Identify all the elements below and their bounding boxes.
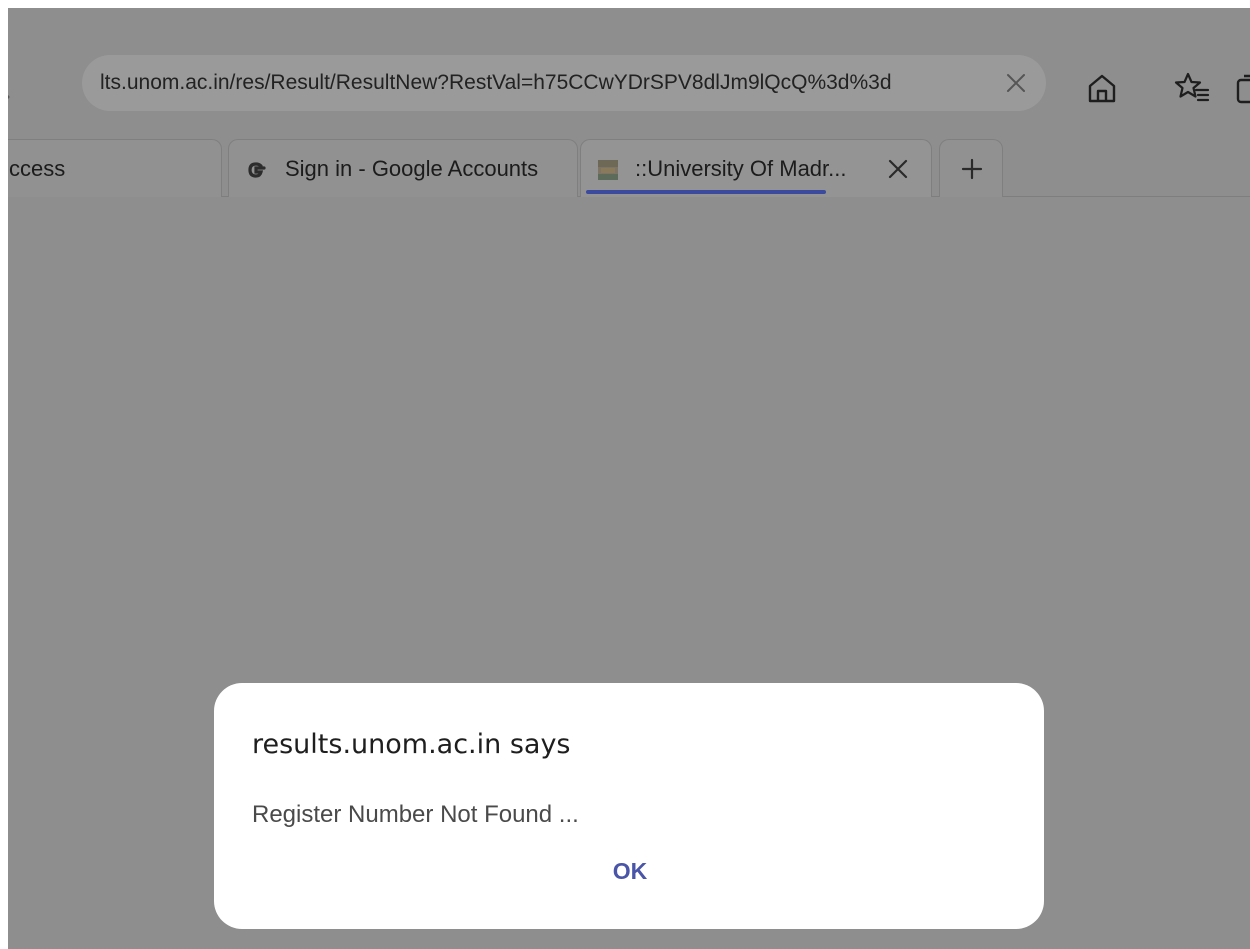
favorites-icon[interactable] <box>1174 70 1210 106</box>
tab-access[interactable]: ccess <box>8 139 222 197</box>
tab-google-accounts[interactable]: Sign in - Google Accounts <box>228 139 578 197</box>
close-tab-icon[interactable] <box>883 154 913 184</box>
new-tab-button[interactable] <box>939 139 1003 197</box>
university-favicon-icon <box>598 160 618 180</box>
dialog-title: results.unom.ac.in says <box>252 729 571 760</box>
chevron-right-icon[interactable]: › <box>8 80 24 110</box>
google-icon <box>248 162 266 178</box>
active-tab-indicator <box>586 190 826 194</box>
plus-icon <box>961 158 983 180</box>
address-bar[interactable]: lts.unom.ac.in/res/Result/ResultNew?Rest… <box>82 55 1046 111</box>
alert-dialog: results.unom.ac.in says Register Number … <box>214 683 1044 929</box>
home-icon[interactable] <box>1084 70 1120 106</box>
tab-label: ccess <box>9 156 66 181</box>
tab-label: Sign in - Google Accounts <box>285 156 539 181</box>
ok-button[interactable]: OK <box>598 851 662 891</box>
address-bar-url[interactable]: lts.unom.ac.in/res/Result/ResultNew?Rest… <box>100 55 980 111</box>
collections-icon[interactable] <box>1234 70 1250 106</box>
tab-university-of-madras[interactable]: ::University Of Madr... <box>580 139 932 197</box>
browser-screen: › lts.unom.ac.in/res/Result/ResultNew?Re… <box>8 8 1250 949</box>
dialog-message: Register Number Not Found ... <box>252 801 579 828</box>
close-icon[interactable] <box>1000 67 1032 99</box>
